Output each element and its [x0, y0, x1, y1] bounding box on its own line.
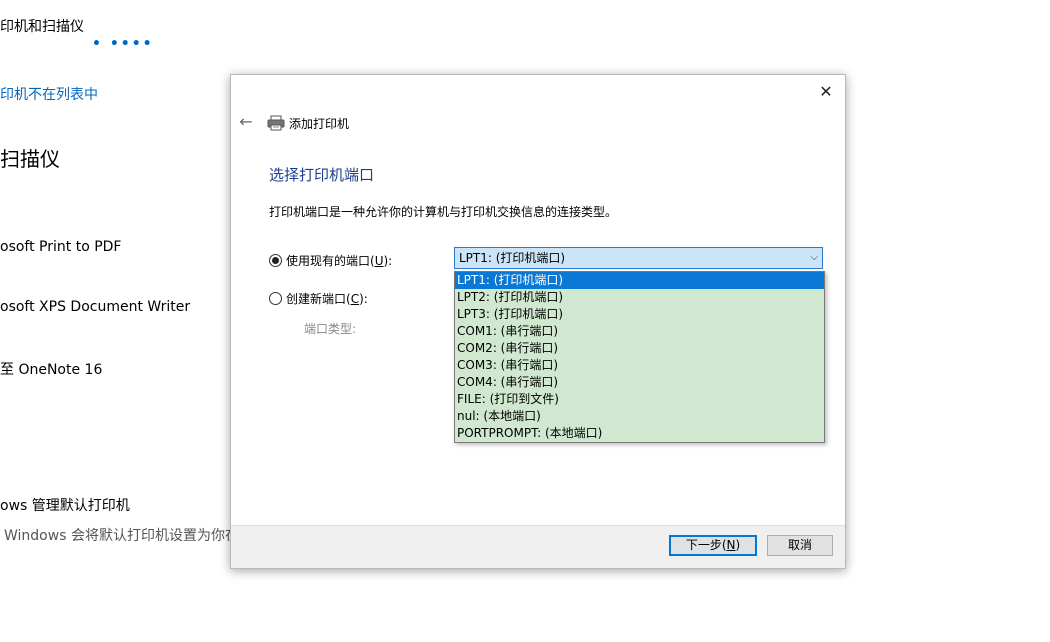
port-option[interactable]: FILE: (打印到文件) [455, 391, 824, 408]
port-option[interactable]: nul: (本地端口) [455, 408, 824, 425]
printer-item[interactable]: osoft Print to PDF [0, 239, 121, 255]
next-label: 下一步( [685, 538, 727, 552]
page-heading: 选择打印机端口 [269, 166, 375, 184]
manage-default-printer-desc: Windows 会将默认打印机设置为你在 [4, 528, 239, 544]
next-button[interactable]: 下一步(N) [669, 535, 757, 556]
printer-item[interactable]: 至 OneNote 16 [0, 359, 102, 379]
printer-not-listed-link[interactable]: 印机不在列表中 [0, 84, 98, 104]
port-select[interactable]: LPT1: (打印机端口) ⌵ [454, 247, 823, 269]
port-option[interactable]: LPT2: (打印机端口) [455, 289, 824, 306]
port-option[interactable]: PORTPROMPT: (本地端口) [455, 425, 824, 442]
radio-indicator [269, 292, 282, 305]
port-option[interactable]: LPT1: (打印机端口) [455, 272, 824, 289]
printers-heading: 扫描仪 [0, 147, 60, 171]
back-arrow-icon[interactable]: ← [237, 113, 255, 131]
page-description: 打印机端口是一种允许你的计算机与打印机交换信息的连接类型。 [269, 205, 618, 219]
use-existing-port-radio[interactable]: 使用现有的端口(U): [269, 252, 392, 269]
port-option[interactable]: COM4: (串行端口) [455, 374, 824, 391]
radio-label-suffix: ): [359, 291, 368, 306]
port-option[interactable]: LPT3: (打印机端口) [455, 306, 824, 323]
printer-icon [267, 115, 285, 131]
port-option[interactable]: COM2: (串行端口) [455, 340, 824, 357]
manage-default-printer-label[interactable]: ows 管理默认打印机 [0, 495, 130, 515]
dialog-title: 添加打印机 [289, 117, 350, 131]
cancel-button[interactable]: 取消 [767, 535, 833, 556]
next-label-suffix: ) [735, 538, 741, 552]
radio-label: 创建新端口( [286, 292, 351, 306]
port-type-label: 端口类型: [304, 322, 357, 336]
access-key: C [350, 291, 360, 306]
loading-dots: • •••• [92, 36, 154, 52]
chevron-down-icon: ⌵ [810, 252, 818, 263]
port-option[interactable]: COM3: (串行端口) [455, 357, 824, 374]
create-new-port-radio[interactable]: 创建新端口(C): [269, 290, 368, 307]
radio-indicator [269, 254, 282, 267]
printer-item[interactable]: osoft XPS Document Writer [0, 299, 190, 315]
radio-label-suffix: ): [383, 253, 393, 268]
port-dropdown-list: LPT1: (打印机端口) LPT2: (打印机端口) LPT3: (打印机端口… [454, 271, 825, 443]
settings-title: 印机和扫描仪 [0, 19, 84, 35]
port-option[interactable]: COM1: (串行端口) [455, 323, 824, 340]
add-printer-dialog: ✕ ← 添加打印机 选择打印机端口 打印机端口是一种允许你的计算机与打印机交换信… [230, 74, 846, 569]
dialog-footer: 下一步(N) 取消 [231, 525, 845, 568]
selected-port-value: LPT1: (打印机端口) [459, 251, 566, 265]
access-key: U [374, 253, 384, 268]
close-button[interactable]: ✕ [815, 81, 837, 103]
radio-label: 使用现有的端口( [286, 254, 375, 268]
